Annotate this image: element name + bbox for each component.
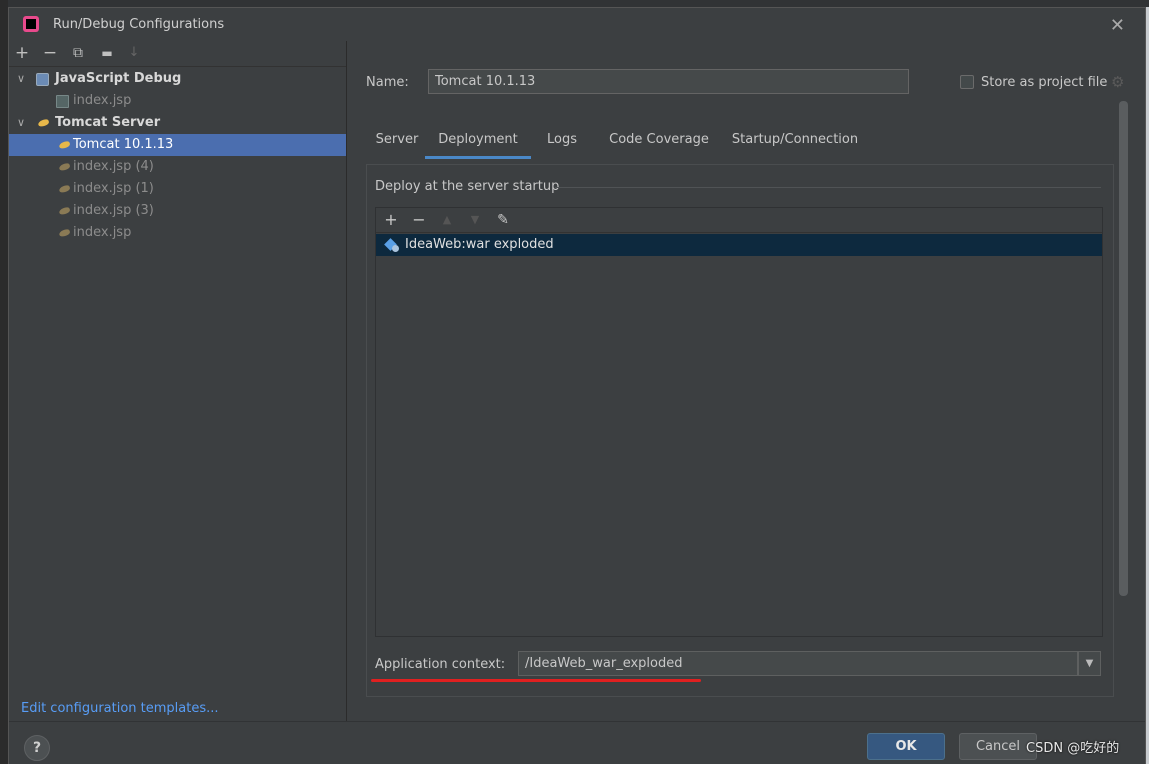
artifact-label: IdeaWeb:war exploded: [405, 237, 554, 252]
title-bar: Run/Debug Configurations ✕: [9, 8, 1145, 41]
scrollbar[interactable]: [1119, 101, 1128, 596]
copy-icon[interactable]: ⧉: [69, 44, 87, 62]
name-field[interactable]: [428, 69, 909, 94]
tomcat-icon: [58, 183, 71, 196]
ok-button[interactable]: OK: [867, 733, 945, 760]
tree-item-label: index.jsp (4): [73, 159, 154, 174]
application-context-label: Application context:: [375, 657, 506, 672]
tree-item-label: JavaScript Debug: [55, 71, 182, 86]
tree-item-label: index.jsp: [73, 93, 132, 108]
window-title: Run/Debug Configurations: [53, 17, 225, 32]
chevron-down-icon[interactable]: ▼: [1078, 651, 1101, 676]
tomcat-icon: [37, 117, 50, 130]
edit-icon[interactable]: ✎: [494, 210, 512, 230]
tree-item-index-jsp-4[interactable]: index.jsp (4): [9, 156, 346, 178]
tab-code-coverage[interactable]: Code Coverage: [604, 129, 714, 159]
tomcat-icon: [58, 205, 71, 218]
add-icon[interactable]: +: [382, 210, 400, 230]
configurations-panel: + − ⧉ ▬ ↓ ∨ JavaScript Debug index.jsp ∨…: [9, 41, 347, 721]
chevron-down-icon[interactable]: ∨: [17, 112, 25, 134]
tomcat-icon: [58, 161, 71, 174]
name-label: Name:: [366, 75, 409, 90]
jsp-file-icon: [56, 95, 69, 108]
tab-server[interactable]: Server: [370, 129, 424, 159]
list-item[interactable]: IdeaWeb:war exploded: [376, 234, 1102, 256]
tree-item-index-jsp-1[interactable]: index.jsp (1): [9, 178, 346, 200]
run-debug-dialog: Run/Debug Configurations ✕ + − ⧉ ▬ ↓ ∨ J…: [8, 7, 1146, 764]
dialog-button-bar: ? OK Cancel: [9, 721, 1145, 764]
configuration-editor: Name: Store as project file ⚙ Server Dep…: [348, 41, 1145, 721]
tree-item-index-jsp-plain[interactable]: index.jsp: [9, 222, 346, 244]
sort-icon[interactable]: ↓: [125, 44, 143, 62]
deploy-section-title: Deploy at the server startup: [375, 179, 560, 194]
tree-item-index-jsp-3[interactable]: index.jsp (3): [9, 200, 346, 222]
tab-startup-connection[interactable]: Startup/Connection: [730, 129, 860, 159]
gear-icon[interactable]: ⚙: [1111, 73, 1124, 91]
artifact-icon: [385, 238, 399, 252]
move-to-folder-icon[interactable]: ▬: [98, 44, 116, 62]
tree-item-tomcat-server[interactable]: ∨ Tomcat Server: [9, 112, 346, 134]
deployment-list: + − ▲ ▼ ✎ IdeaWeb:war exploded: [375, 207, 1103, 637]
watermark: CSDN @吃好的: [1026, 741, 1120, 756]
edit-templates-link[interactable]: Edit configuration templates...: [21, 701, 219, 716]
add-icon[interactable]: +: [13, 44, 31, 62]
tab-logs[interactable]: Logs: [544, 129, 580, 159]
tab-deployment[interactable]: Deployment: [425, 129, 531, 159]
tree-item-label: index.jsp (3): [73, 203, 154, 218]
configuration-tree: ∨ JavaScript Debug index.jsp ∨ Tomcat Se…: [9, 68, 346, 244]
store-as-project-file-label[interactable]: Store as project file: [981, 75, 1107, 90]
tree-item-label: Tomcat 10.1.13: [73, 137, 174, 152]
deployment-toolbar: + − ▲ ▼ ✎: [376, 208, 1102, 233]
tree-item-javascript-debug[interactable]: ∨ JavaScript Debug: [9, 68, 346, 90]
remove-icon[interactable]: −: [41, 44, 59, 62]
application-context-field[interactable]: [518, 651, 1078, 676]
tree-item-label: index.jsp: [73, 225, 132, 240]
background-edge: [0, 0, 8, 764]
remove-icon[interactable]: −: [410, 210, 428, 230]
tree-item-index-jsp[interactable]: index.jsp: [9, 90, 346, 112]
tomcat-icon: [58, 139, 71, 152]
javascript-debug-icon: [36, 73, 49, 86]
deployment-tab-content: Deploy at the server startup + − ▲ ▼ ✎ I…: [366, 164, 1114, 697]
tree-toolbar: + − ⧉ ▬ ↓: [9, 41, 346, 67]
tree-item-label: Tomcat Server: [55, 115, 161, 130]
tree-item-label: index.jsp (1): [73, 181, 154, 196]
annotation-underline: [371, 679, 701, 682]
background-strip: [0, 0, 1149, 7]
store-as-project-file-checkbox[interactable]: [960, 75, 974, 89]
chevron-down-icon[interactable]: ∨: [17, 68, 25, 90]
help-button[interactable]: ?: [24, 735, 50, 761]
close-icon[interactable]: ✕: [1110, 15, 1125, 36]
section-divider: [555, 187, 1101, 188]
move-down-icon[interactable]: ▼: [466, 210, 484, 230]
intellij-logo-icon: [23, 16, 39, 32]
move-up-icon[interactable]: ▲: [438, 210, 456, 230]
tree-item-tomcat-10[interactable]: Tomcat 10.1.13: [9, 134, 346, 156]
tomcat-icon: [58, 227, 71, 240]
